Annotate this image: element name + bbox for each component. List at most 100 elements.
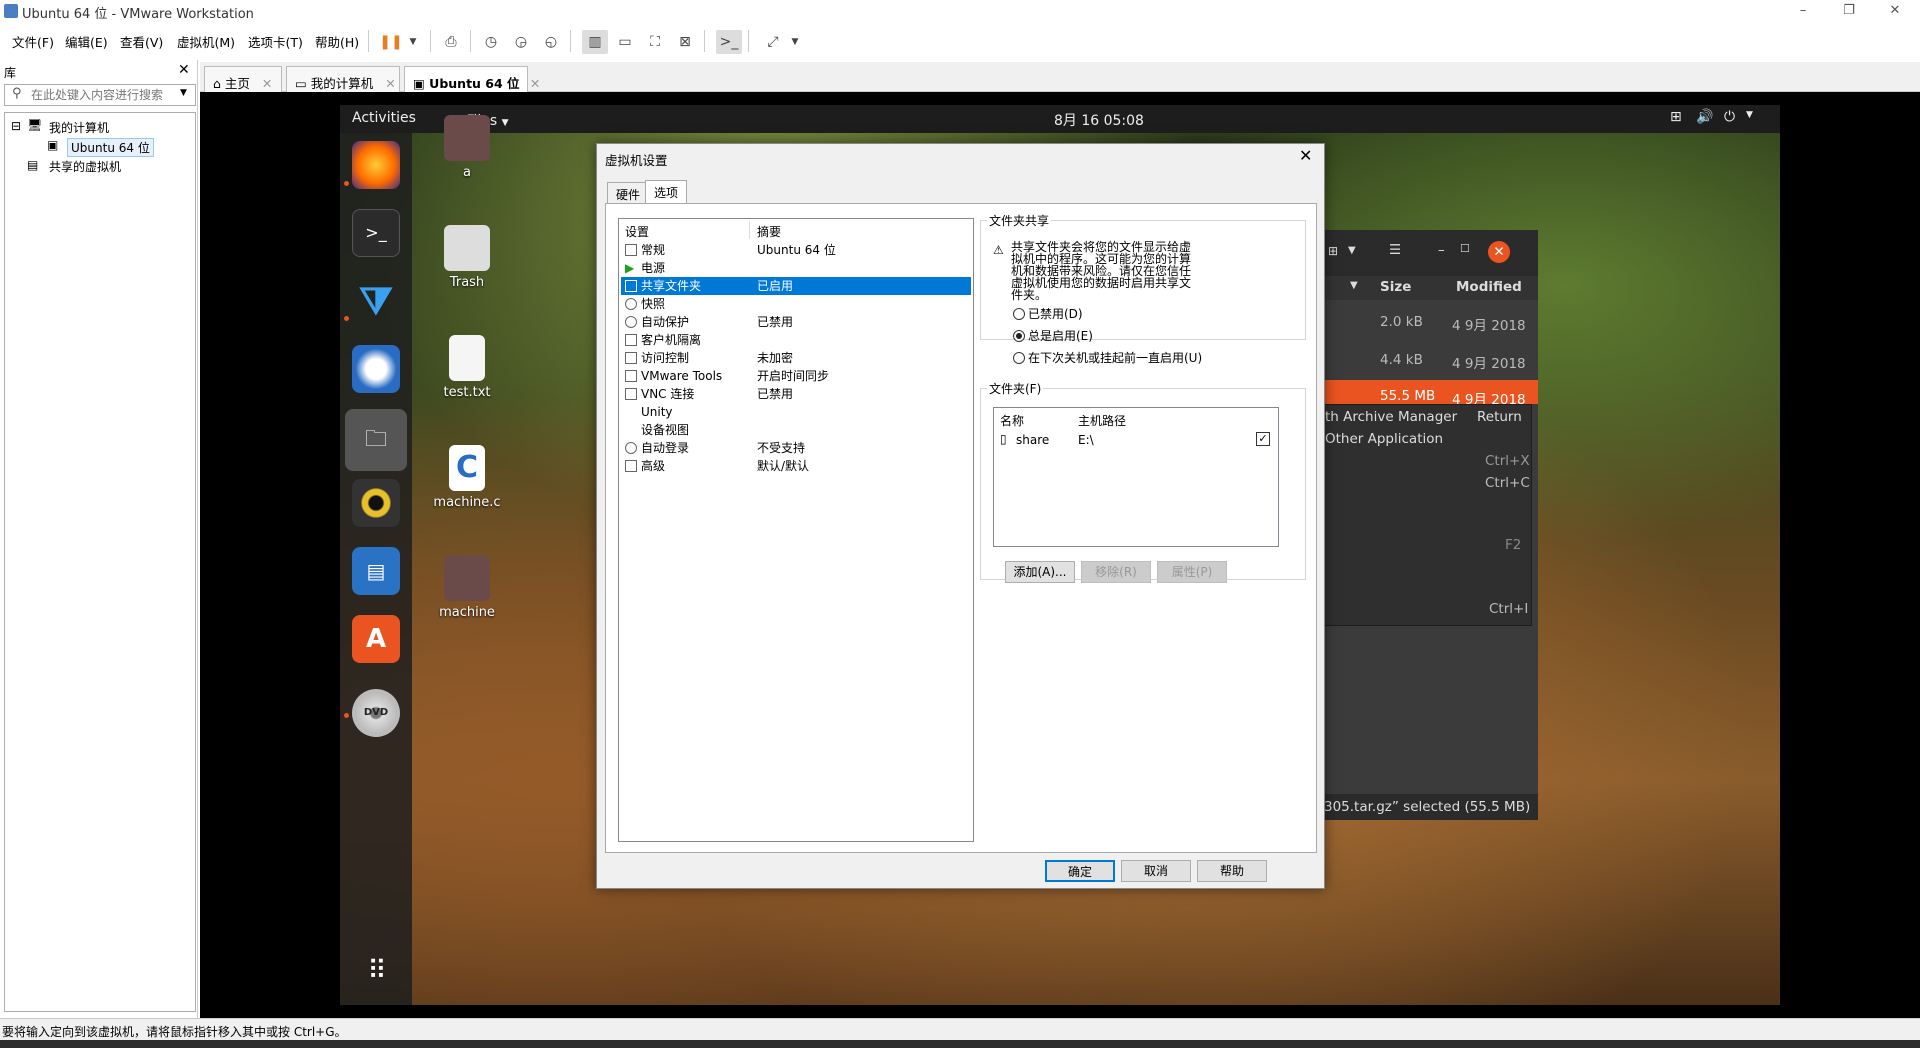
- settings-row-autologin[interactable]: 自动登录 不受支持: [621, 439, 971, 457]
- desktop-item[interactable]: a: [427, 115, 507, 180]
- send-keys-icon[interactable]: ⎙: [438, 30, 464, 54]
- dropdown-arrow-icon[interactable]: ▼: [400, 30, 426, 54]
- folder-enabled-checkbox[interactable]: ✓: [1256, 432, 1270, 446]
- thumbnail-view-icon[interactable]: ▭: [612, 30, 638, 54]
- view-toggle-icon[interactable]: ⊞: [1328, 244, 1338, 258]
- dialog-close-icon[interactable]: ✕: [1299, 146, 1312, 165]
- settings-list[interactable]: 设置 摘要 常规 Ubuntu 64 位 ▶ 电源 共享文件夹 已启用 快照 自动保护…: [618, 218, 974, 842]
- menu-view[interactable]: 查看(V): [120, 32, 163, 51]
- folder-properties-button[interactable]: 属性(P): [1157, 561, 1227, 583]
- tree-collapse-icon[interactable]: ⊟: [11, 119, 21, 133]
- snapshot-icon[interactable]: ◷: [478, 30, 504, 54]
- tree-item-shared-vms[interactable]: 共享的虚拟机: [49, 158, 121, 175]
- power-icon[interactable]: ⏻: [1724, 109, 1735, 125]
- tab-my-computer[interactable]: ▭ 我的计算机 ✕: [286, 66, 400, 92]
- tab-ubuntu[interactable]: ▣ Ubuntu 64 位 ✕: [404, 66, 540, 92]
- menu-item-open-archive-manager[interactable]: th Archive Manager Return: [1325, 409, 1531, 425]
- settings-row-device-view[interactable]: 设备视图: [621, 421, 971, 439]
- show-applications-icon[interactable]: ⠿: [352, 947, 400, 995]
- thunderbird-icon[interactable]: [352, 345, 400, 393]
- minimize-button[interactable]: –: [1780, 0, 1826, 22]
- menu-file[interactable]: 文件(F): [12, 32, 54, 51]
- menu-vm[interactable]: 虚拟机(M): [177, 32, 235, 51]
- tab-options[interactable]: 选项: [645, 180, 688, 204]
- writer-icon[interactable]: ▤: [352, 547, 400, 595]
- terminal-icon[interactable]: >_: [352, 209, 400, 257]
- folder-row[interactable]: ▯ share E:\ ✓: [998, 432, 1274, 450]
- settings-row-access-control[interactable]: 访问控制 未加密: [621, 349, 971, 367]
- ok-button[interactable]: 确定: [1045, 860, 1115, 882]
- rhythmbox-icon[interactable]: [352, 479, 400, 527]
- column-summary[interactable]: 摘要: [757, 223, 781, 240]
- settings-row-general[interactable]: 常规 Ubuntu 64 位: [621, 241, 971, 259]
- desktop-item[interactable]: test.txt: [427, 335, 507, 400]
- tab-hardware[interactable]: 硬件: [607, 182, 650, 204]
- stretch-dropdown-icon[interactable]: ▼: [782, 30, 808, 54]
- menu-item-copy[interactable]: Ctrl+C: [1485, 475, 1530, 491]
- hamburger-menu-icon[interactable]: ☰: [1384, 242, 1406, 264]
- snapshot-manager-icon[interactable]: ◵: [538, 30, 564, 54]
- activities-button[interactable]: Activities: [352, 110, 416, 126]
- folder-list[interactable]: 名称 主机路径 ▯ share E:\ ✓: [993, 407, 1279, 547]
- menu-edit[interactable]: 编辑(E): [65, 32, 108, 51]
- tab-close-icon[interactable]: ✕: [530, 76, 540, 91]
- volume-icon[interactable]: 🔊: [1696, 109, 1713, 125]
- vscode-icon[interactable]: ⧩: [352, 277, 400, 325]
- ubuntu-desktop[interactable]: Activities 🗀 Files ▼ 8月 16 05:08 ⊞ 🔊 ⏻ ▼…: [340, 105, 1780, 1005]
- desktop-item[interactable]: machine: [427, 555, 507, 620]
- settings-row-guest-isolation[interactable]: 客户机隔离: [621, 331, 971, 349]
- nautilus-maximize-button[interactable]: ☐: [1460, 242, 1470, 255]
- search-dropdown-icon[interactable]: ▼: [180, 88, 187, 98]
- menu-help[interactable]: 帮助(H): [315, 32, 359, 51]
- radio-disabled[interactable]: 已禁用(D): [1013, 305, 1083, 322]
- settings-row-autoprotect[interactable]: 自动保护 已禁用: [621, 313, 971, 331]
- column-host-path[interactable]: 主机路径: [1078, 412, 1126, 429]
- library-view-icon[interactable]: ▥: [582, 30, 608, 54]
- maximize-button[interactable]: ❐: [1826, 0, 1872, 22]
- file-row[interactable]: 4.4 kB 4 9月 2018: [1324, 342, 1538, 380]
- menu-item-cut[interactable]: Ctrl+X: [1485, 453, 1530, 469]
- help-button[interactable]: 帮助: [1197, 860, 1267, 882]
- file-row-selected[interactable]: 55.5 MB 4 9月 2018: [1324, 380, 1538, 404]
- settings-row-advanced[interactable]: 高级 默认/默认: [621, 457, 971, 475]
- menu-item-properties[interactable]: Ctrl+I: [1489, 601, 1528, 617]
- radio-always-enabled[interactable]: 总是启用(E): [1013, 327, 1093, 344]
- dvd-icon[interactable]: DVD: [352, 689, 400, 737]
- column-size[interactable]: Size: [1380, 279, 1411, 295]
- column-name[interactable]: 名称: [1000, 412, 1024, 429]
- view-options-chevron-icon[interactable]: ▼: [1348, 245, 1356, 256]
- radio-enabled-until-poweroff[interactable]: 在下次关机或挂起前一直启用(U): [1013, 349, 1202, 366]
- console-icon[interactable]: >_: [716, 30, 742, 54]
- nautilus-close-button[interactable]: ✕: [1488, 241, 1510, 263]
- column-modified[interactable]: Modified: [1456, 279, 1522, 295]
- settings-row-vnc[interactable]: VNC 连接 已禁用: [621, 385, 971, 403]
- file-row[interactable]: 2.0 kB 4 9月 2018: [1324, 304, 1538, 342]
- menu-tabs[interactable]: 选项卡(T): [248, 32, 303, 51]
- column-setting[interactable]: 设置: [625, 223, 649, 240]
- nautilus-minimize-button[interactable]: –: [1438, 242, 1445, 258]
- desktop-item[interactable]: C machine.c: [427, 445, 507, 510]
- library-close-icon[interactable]: ✕: [178, 62, 190, 78]
- network-icon[interactable]: ⊞: [1670, 109, 1682, 125]
- settings-row-vmware-tools[interactable]: VMware Tools 开启时间同步: [621, 367, 971, 385]
- nautilus-window[interactable]: ⊞ ▼ ☰ – ☐ ✕ ▼ Size Modified 2.0 kB 4 9月 …: [1324, 230, 1538, 820]
- settings-row-shared-folders[interactable]: 共享文件夹 已启用: [621, 277, 971, 295]
- sort-chevron-icon[interactable]: ▼: [1350, 280, 1358, 291]
- menu-item-rename[interactable]: F2: [1505, 537, 1521, 553]
- unity-icon[interactable]: ⊠: [672, 30, 698, 54]
- desktop-item[interactable]: Trash: [427, 225, 507, 290]
- settings-row-power[interactable]: ▶ 电源: [621, 259, 971, 277]
- system-menu-chevron-icon[interactable]: ▼: [1746, 110, 1753, 120]
- revert-snapshot-icon[interactable]: ◶: [508, 30, 534, 54]
- clock[interactable]: 8月 16 05:08: [1054, 110, 1144, 130]
- close-window-button[interactable]: ✕: [1872, 0, 1918, 22]
- tree-item-my-computer[interactable]: 我的计算机: [49, 119, 109, 136]
- settings-row-unity[interactable]: Unity: [621, 403, 971, 421]
- library-search-input[interactable]: 在此处键入内容进行搜索: [4, 84, 196, 106]
- remove-folder-button[interactable]: 移除(R): [1081, 561, 1151, 583]
- tab-close-icon[interactable]: ✕: [385, 76, 395, 91]
- menu-item-open-other-application[interactable]: Other Application: [1325, 431, 1531, 447]
- tree-item-ubuntu[interactable]: Ubuntu 64 位: [67, 138, 154, 157]
- add-folder-button[interactable]: 添加(A)...: [1005, 561, 1075, 583]
- software-center-icon[interactable]: A: [352, 615, 400, 663]
